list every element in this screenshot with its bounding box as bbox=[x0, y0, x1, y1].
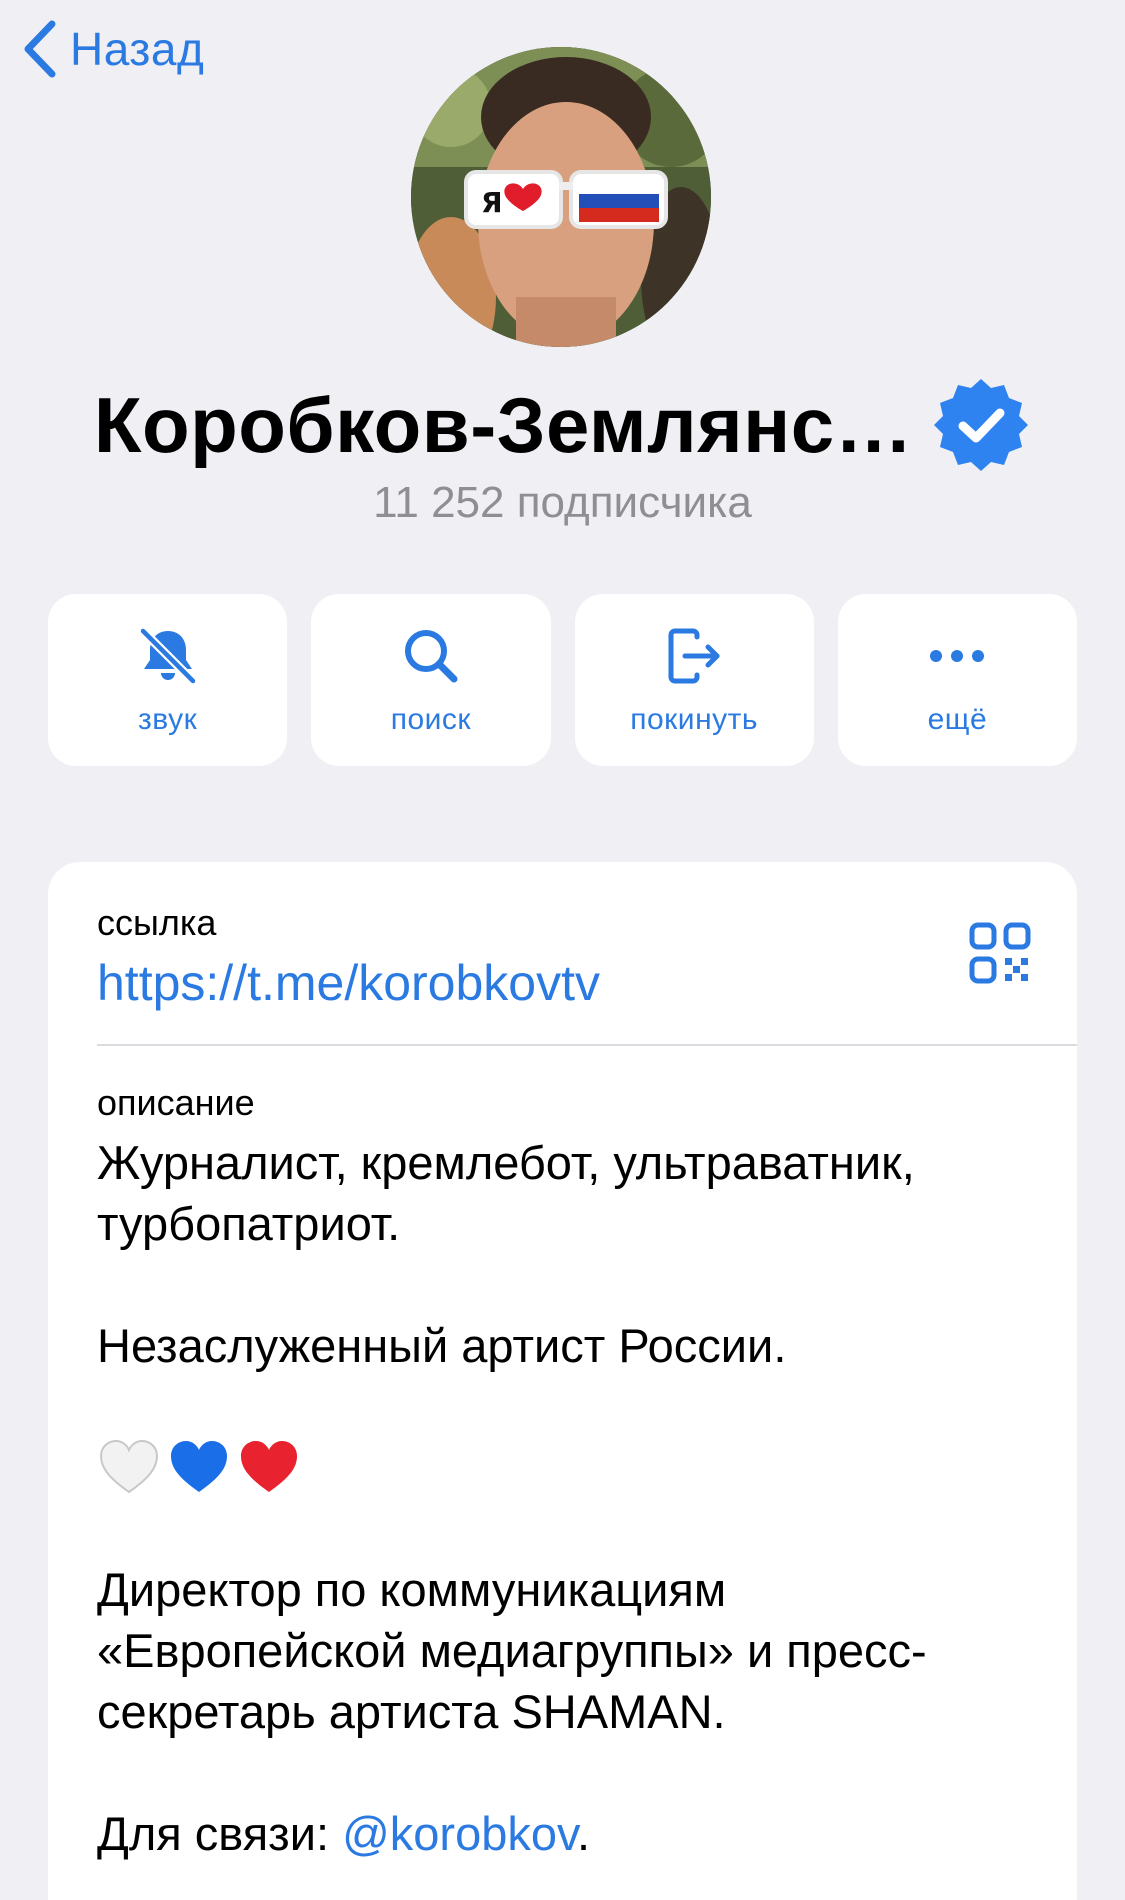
mute-button[interactable]: звук bbox=[48, 594, 288, 766]
bell-muted-icon bbox=[138, 626, 198, 686]
info-card: ссылка https://t.me/korobkovtv описание … bbox=[48, 862, 1077, 1900]
qr-code-icon bbox=[969, 922, 1031, 984]
description-text: Журналист, кремлебот, ультраватник, турб… bbox=[97, 1132, 1037, 1864]
channel-avatar[interactable]: Я bbox=[411, 47, 711, 347]
hearts-emoji bbox=[97, 1437, 1037, 1498]
action-bar: звук поиск покинуть ещё bbox=[48, 594, 1077, 766]
link-section: ссылка https://t.me/korobkovtv bbox=[97, 902, 600, 1012]
divider bbox=[97, 1044, 1077, 1046]
chevron-left-icon bbox=[24, 20, 56, 78]
more-icon bbox=[930, 650, 985, 662]
description-section: описание Журналист, кремлебот, ультрават… bbox=[97, 1082, 1037, 1864]
qr-code-button[interactable] bbox=[969, 922, 1031, 984]
blue-heart-icon bbox=[171, 1440, 227, 1492]
description-line: Журналист, кремлебот, ультраватник, турб… bbox=[97, 1136, 915, 1250]
channel-title-row: Коробков-Землянс… bbox=[0, 375, 1125, 475]
avatar-photo: Я bbox=[411, 47, 711, 347]
red-heart-icon bbox=[241, 1440, 297, 1492]
search-label: поиск bbox=[390, 703, 472, 736]
search-button[interactable]: поиск bbox=[311, 594, 551, 766]
leave-label: покинуть bbox=[630, 703, 758, 736]
contact-mention-link[interactable]: @korobkov bbox=[342, 1807, 577, 1860]
description-line: Директор по коммуникациям «Европейской м… bbox=[97, 1563, 927, 1738]
more-button[interactable]: ещё bbox=[837, 594, 1077, 766]
channel-link[interactable]: https://t.me/korobkovtv bbox=[97, 954, 600, 1012]
more-label: ещё bbox=[927, 703, 988, 736]
leave-icon bbox=[668, 628, 720, 684]
white-heart-icon bbox=[99, 1439, 159, 1493]
contact-suffix: . bbox=[577, 1807, 591, 1860]
leave-button[interactable]: покинуть bbox=[574, 594, 814, 766]
description-line: Незаслуженный артист России. bbox=[97, 1319, 787, 1372]
channel-profile-screen: Назад Я Коробков-Землянс… 11 252 подписч… bbox=[0, 0, 1125, 1900]
search-icon bbox=[404, 630, 458, 683]
mute-label: звук bbox=[138, 703, 198, 736]
verified-badge-icon bbox=[931, 375, 1031, 475]
back-button[interactable]: Назад bbox=[18, 14, 204, 84]
channel-name: Коробков-Землянс… bbox=[93, 380, 914, 469]
contact-prefix: Для связи: bbox=[97, 1807, 343, 1860]
svg-text:Я: Я bbox=[481, 186, 503, 219]
back-label: Назад bbox=[70, 23, 205, 75]
subscriber-count: 11 252 подписчика bbox=[373, 478, 752, 527]
description-label: описание bbox=[97, 1082, 255, 1123]
link-label: ссылка bbox=[97, 902, 217, 943]
contact-line: Для связи: @korobkov. bbox=[97, 1803, 1037, 1864]
